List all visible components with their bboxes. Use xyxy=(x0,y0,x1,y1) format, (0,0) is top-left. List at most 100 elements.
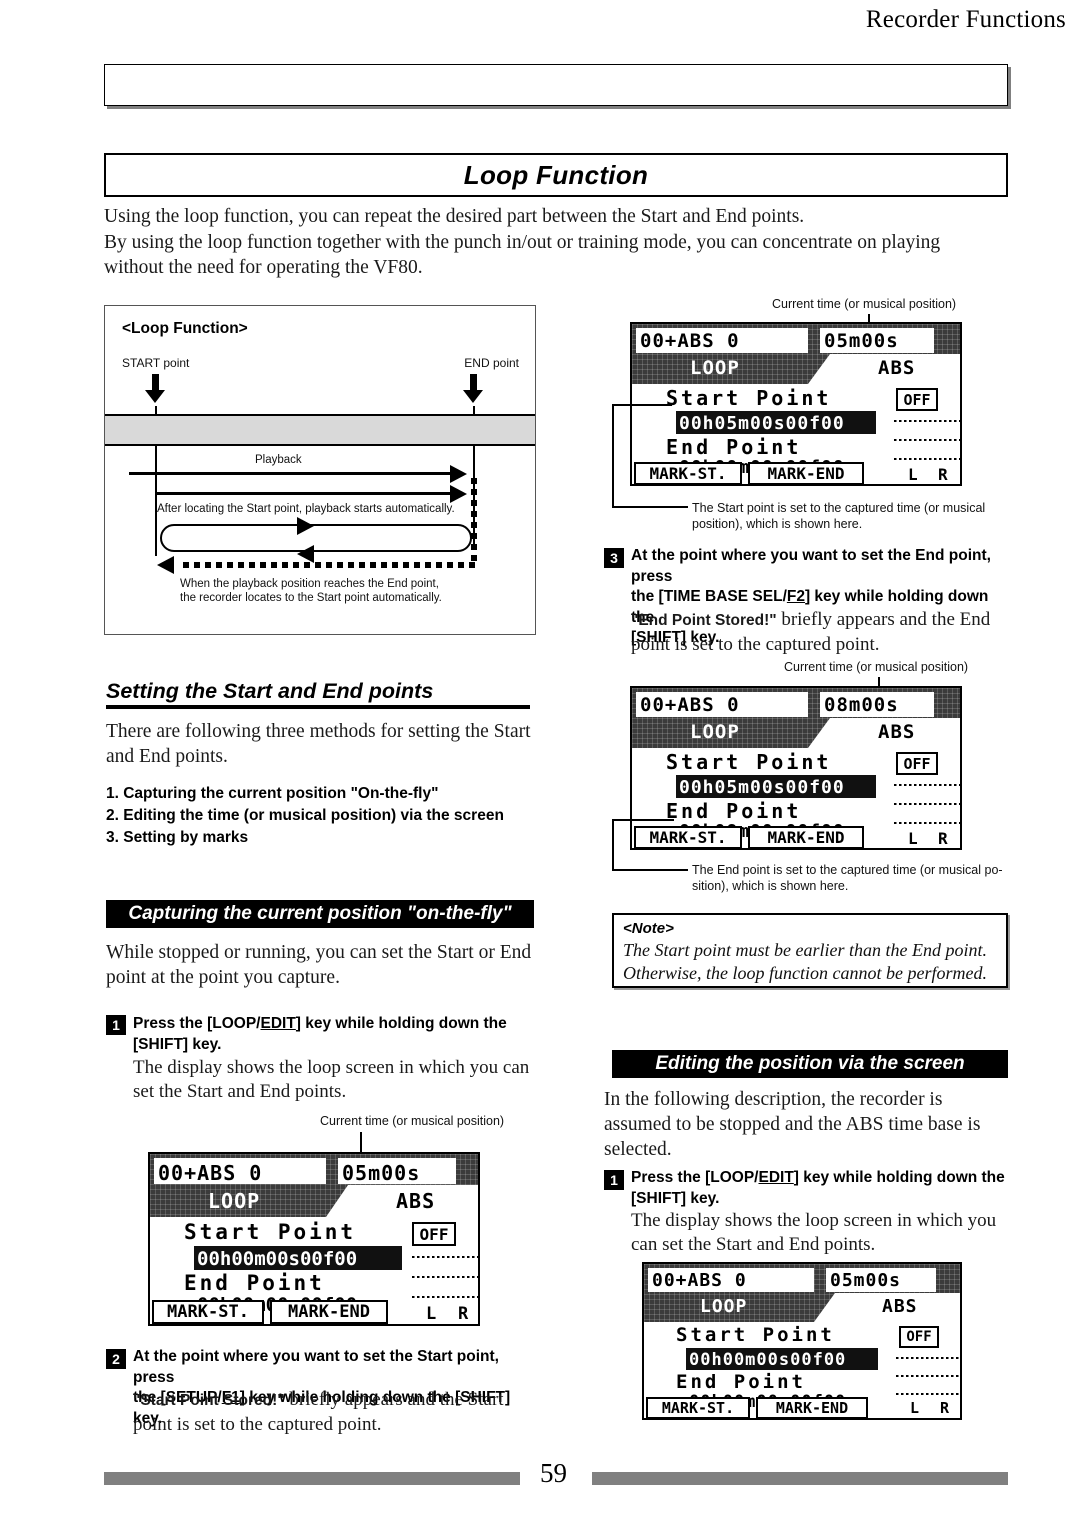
lcd-right-3-fkey-mark-end[interactable]: MARK-END xyxy=(756,1397,868,1418)
lcd-right-1-fkey-mark-end[interactable]: MARK-END xyxy=(748,462,864,484)
manual-page: Recorder Functions Loop Function Using t… xyxy=(0,0,1080,1528)
track-bottom-rule xyxy=(105,444,535,446)
step-1-right-edit-key: EDIT xyxy=(758,1169,794,1186)
lcd-right-2-start-label: Start Point xyxy=(666,750,832,774)
lcd-right-3-fkey-mark-end-label: MARK-END xyxy=(775,1399,849,1417)
lcd-left-1-counter: 00+ABS 0 xyxy=(158,1161,263,1185)
lcd-right-3-timebase: ABS xyxy=(882,1296,918,1317)
setting-points-body-text: There are following three methods for se… xyxy=(106,721,531,767)
step-1-right-body-text: The display shows the loop screen in whi… xyxy=(631,1210,997,1255)
lcd-left-1-meter-r: R xyxy=(458,1304,469,1324)
lcd-right-2-meter-2 xyxy=(894,803,960,805)
step-number-1-right: 1 xyxy=(604,1170,624,1190)
lcd-right-3-loop-tab: LOOP xyxy=(700,1296,748,1317)
lcd-right-3-meter-1 xyxy=(896,1357,960,1359)
playback-arrow-2 xyxy=(155,492,451,495)
lcd-right-2-timebase: ABS xyxy=(878,721,916,743)
lcd-right-3-fkey-mark-st[interactable]: MARK-ST. xyxy=(646,1397,750,1418)
editing-body-text: In the following description, the record… xyxy=(604,1089,981,1160)
step-1-right-title: Press the [LOOP/EDIT] key while holding … xyxy=(631,1168,1011,1209)
lcd-left-1-meter-2 xyxy=(412,1276,478,1278)
lcd-left-1-tab-notch xyxy=(326,1185,348,1217)
page-header-box xyxy=(104,64,1008,106)
footer-bar-left xyxy=(104,1472,520,1485)
lcd-right-2-fkey-mark-st[interactable]: MARK-ST. xyxy=(634,826,742,848)
lcd-right-2-time: 08m00s xyxy=(824,694,899,716)
lcd-right-2-meter-3 xyxy=(894,822,960,824)
lcd-right-1-loop-tab: LOOP xyxy=(690,357,740,379)
lcd-right-1-tab-notch xyxy=(808,354,830,384)
step-3-right-quoted: "End Point Stored!" xyxy=(631,612,777,629)
capturing-heading: Capturing the current position "on-the-f… xyxy=(106,900,534,928)
note-body-line2: Otherwise, the loop function cannot be p… xyxy=(623,963,987,983)
lcd-right-2-meter-l: L xyxy=(908,829,918,848)
end-callout-leader-top xyxy=(612,819,674,821)
callout-end-set: The End point is set to the captured tim… xyxy=(692,862,1012,894)
lcd-right-2-start-value: 00h05m00s00f00 xyxy=(679,777,845,798)
lcd-right-1-fkey-mark-st[interactable]: MARK-ST. xyxy=(634,462,742,484)
lcd-right-2: 00+ABS 0 08m00s LOOP ABS Start Point OFF… xyxy=(630,686,962,850)
intro-paragraph: Using the loop function, you can repeat … xyxy=(104,206,941,278)
lcd-right-3-meter-2 xyxy=(896,1375,960,1377)
lcd-right-1: 00+ABS 0 05m00s LOOP ABS Start Point OFF… xyxy=(630,322,962,486)
lcd-left-1-fkey-mark-end[interactable]: MARK-END xyxy=(270,1300,388,1324)
editing-heading-text: Editing the position via the screen xyxy=(655,1053,965,1074)
lcd-right-1-fkey-mark-st-label: MARK-ST. xyxy=(649,464,727,483)
lcd-right-1-meter-l: L xyxy=(908,465,918,484)
loop-forward-arrowhead xyxy=(297,517,314,535)
lcd-left-1-meter-l: L xyxy=(426,1304,437,1324)
start-callout-leader-vert xyxy=(612,404,614,506)
playback-arrow-1 xyxy=(129,472,451,475)
lcd-right-2-meter-r: R xyxy=(938,829,948,848)
lcd-right-3-meter-l: L xyxy=(910,1399,920,1417)
lcd-right-3-tab-notch xyxy=(814,1293,835,1322)
lcd-right-3-time: 05m00s xyxy=(830,1270,902,1291)
start-callout-leader-bottom xyxy=(612,506,688,508)
step-1-left-edit-key: EDIT xyxy=(260,1015,296,1032)
loop-behavior-note-line2: the recorder locates to the Start point … xyxy=(180,592,442,604)
setting-points-heading: Setting the Start and End points xyxy=(106,679,530,709)
method-item-2: 2. Editing the time (or musical position… xyxy=(106,807,504,824)
lcd-left-1-fkey-mark-st-label: MARK-ST. xyxy=(167,1302,249,1322)
callout-start-set-line2: position), which is shown here. xyxy=(692,517,863,531)
lcd-left-1-timebase2: ABS xyxy=(396,1189,435,1213)
callout-end-set-line2: sition), which is shown here. xyxy=(692,879,849,893)
lcd-left-1-time: 05m00s xyxy=(342,1161,421,1185)
end-callout-leader-vert xyxy=(612,819,614,869)
lcd-right-2-fkey-mark-end[interactable]: MARK-END xyxy=(748,826,864,848)
lcd-right-1-timebase: ABS xyxy=(878,357,916,379)
playback-arrowhead-1 xyxy=(450,465,467,483)
note-body-line1: The Start point must be earlier than the… xyxy=(623,940,987,960)
lcd-right-2-counter: 00+ABS 0 xyxy=(640,694,740,716)
step-2-left-quoted: "Start Point Stored!" xyxy=(133,1392,285,1409)
callout-end-set-line1: The End point is set to the captured tim… xyxy=(692,863,1003,877)
loop-function-diagram: <Loop Function> START point END point Pl… xyxy=(104,305,536,635)
capturing-heading-text: Capturing the current position "on-the-f… xyxy=(128,903,512,924)
lcd-right-1-end-label: End Point xyxy=(666,435,802,459)
step-1-left-body: The display shows the loop screen in whi… xyxy=(133,1056,538,1104)
step-1-left-title: Press the [LOOP/EDIT] key while holding … xyxy=(133,1014,536,1055)
note-label: <Note> xyxy=(623,920,674,937)
lcd-left-1-fkey-mark-st[interactable]: MARK-ST. xyxy=(152,1300,264,1324)
locate-back-arrowhead xyxy=(157,556,174,574)
playback-arrowhead-2 xyxy=(450,485,467,503)
lcd-right-3-meter-r: R xyxy=(940,1399,950,1417)
callout-current-time-right-2: Current time (or musical position) xyxy=(784,660,969,674)
step-1-left-body-text: The display shows the loop screen in whi… xyxy=(133,1057,530,1102)
step-3-right-f2-key: F2 xyxy=(786,588,805,605)
lcd-left-1-start-value: 00h00m00s00f00 xyxy=(197,1248,358,1270)
diagram-end-label: END point xyxy=(464,356,519,370)
lcd-right-3-meter-3 xyxy=(896,1393,960,1395)
lcd-right-3-end-label: End Point xyxy=(676,1371,806,1393)
lcd-left-1-loop-tab: LOOP xyxy=(208,1189,261,1213)
dotted-return-vertical xyxy=(471,478,477,566)
lcd-right-3: 00+ABS 0 05m00s LOOP ABS Start Point OFF… xyxy=(642,1262,962,1420)
diagram-title: <Loop Function> xyxy=(122,320,248,337)
lcd-right-3-counter: 00+ABS 0 xyxy=(652,1270,747,1291)
lcd-left-1-off-text: OFF xyxy=(419,1224,449,1244)
lcd-right-1-meter-2 xyxy=(894,439,960,441)
lcd-right-2-tab-notch xyxy=(808,718,830,748)
lcd-right-1-start-value: 00h05m00s00f00 xyxy=(679,413,845,434)
step-1-right-title-b: ] key while holding down the xyxy=(793,1169,1005,1186)
step-1-right-body: The display shows the loop screen in whi… xyxy=(631,1209,1013,1257)
